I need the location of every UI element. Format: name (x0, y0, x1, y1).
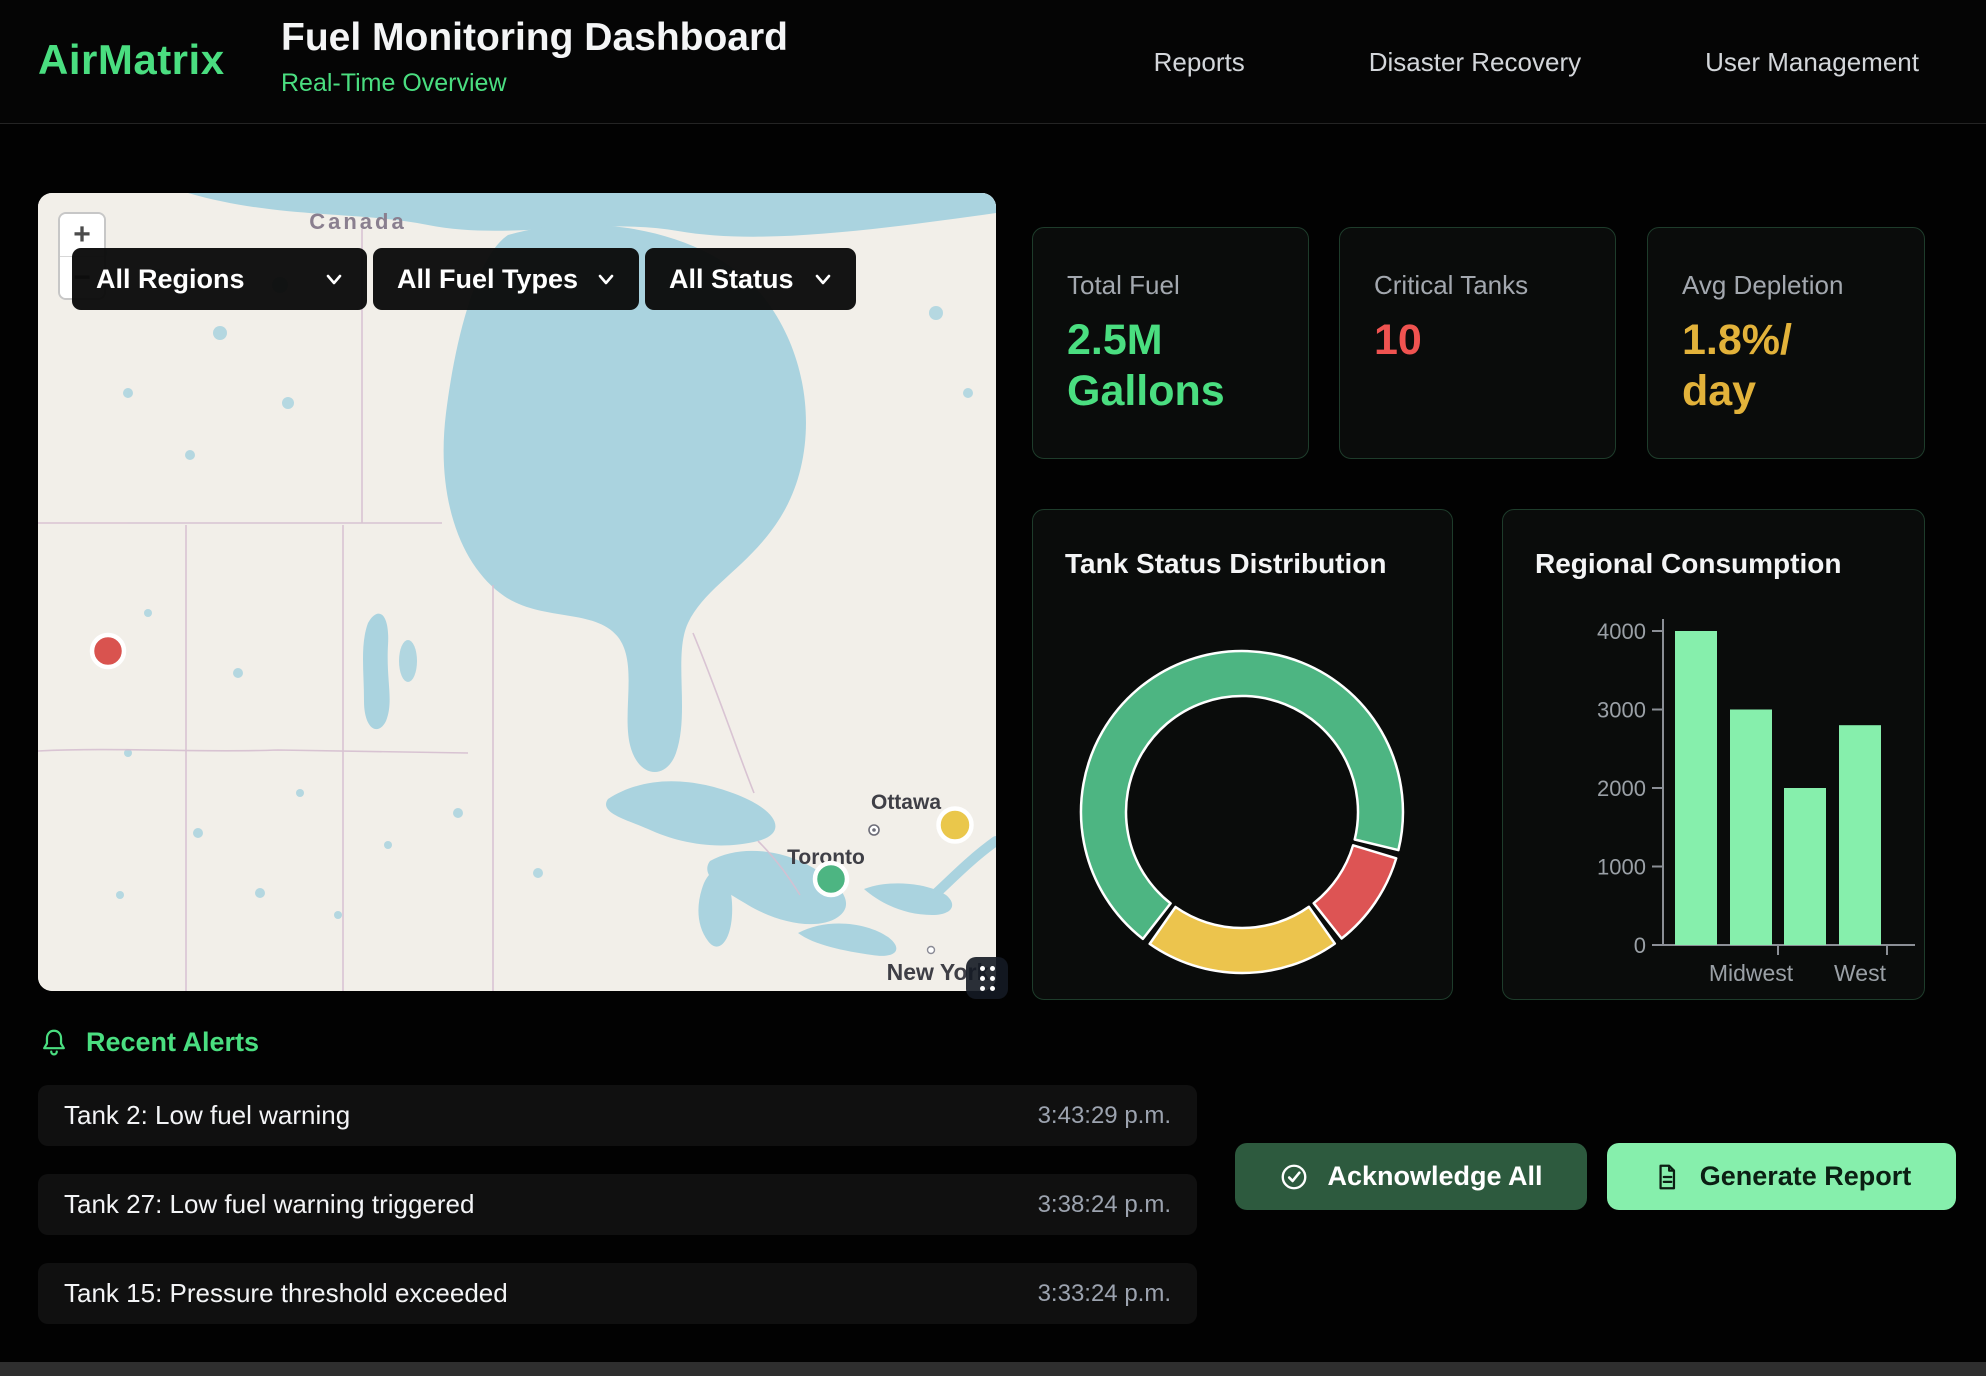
app-header: AirMatrix Fuel Monitoring Dashboard Real… (0, 0, 1986, 124)
bar-1 (1730, 710, 1772, 946)
stat-card-critical-tanks: Critical Tanks 10 (1339, 227, 1616, 459)
alert-timestamp: 3:38:24 p.m. (1038, 1191, 1171, 1219)
report-document-icon (1652, 1162, 1682, 1192)
stat-label: Total Fuel (1067, 270, 1274, 301)
stat-value: 10 (1374, 315, 1581, 366)
stat-value: 2.5M Gallons (1067, 315, 1274, 416)
chevron-down-icon (595, 268, 617, 290)
recent-alerts-header: Recent Alerts (38, 1026, 259, 1058)
map[interactable]: Canada Ottawa Toronto New York + − All R… (38, 193, 996, 991)
brand-logo[interactable]: AirMatrix (38, 36, 225, 84)
bar-0 (1675, 631, 1717, 945)
map-marker-normal[interactable] (815, 863, 847, 895)
stat-label: Avg Depletion (1682, 270, 1890, 301)
tank-status-donut-chart (1052, 622, 1432, 1002)
map-canvas: Canada Ottawa Toronto New York (38, 193, 996, 991)
alert-message: Tank 27: Low fuel warning triggered (64, 1189, 474, 1220)
fuel-type-filter-select[interactable]: All Fuel Types (373, 248, 639, 310)
fuel-monitoring-dashboard: AirMatrix Fuel Monitoring Dashboard Real… (0, 0, 1986, 1376)
donut-segment-critical (1314, 845, 1397, 938)
donut-segment-warning (1150, 907, 1335, 973)
resize-grip-handle[interactable] (966, 957, 1008, 999)
alert-message: Tank 15: Pressure threshold exceeded (64, 1278, 508, 1309)
bar-2 (1784, 788, 1826, 945)
region-filter-value: All Regions (96, 264, 245, 295)
y-axis-tick: 0 (1634, 933, 1646, 958)
chevron-down-icon (323, 268, 345, 290)
alert-row: Tank 2: Low fuel warning 3:43:29 p.m. (38, 1085, 1197, 1146)
page-title: Fuel Monitoring Dashboard (281, 16, 788, 60)
y-axis-tick: 2000 (1597, 776, 1646, 801)
region-filter-select[interactable]: All Regions (72, 248, 367, 310)
fuel-type-filter-value: All Fuel Types (397, 264, 578, 295)
tank-status-distribution-panel: Tank Status Distribution (1032, 509, 1453, 1000)
check-circle-icon (1279, 1162, 1309, 1192)
y-axis-tick: 4000 (1597, 619, 1646, 644)
y-axis-tick: 3000 (1597, 698, 1646, 723)
new-york-town-icon (928, 947, 935, 954)
stat-card-total-fuel: Total Fuel 2.5M Gallons (1032, 227, 1309, 459)
acknowledge-all-button[interactable]: Acknowledge All (1235, 1143, 1587, 1210)
map-filter-bar: All Regions All Fuel Types All Status (72, 248, 856, 310)
chevron-down-icon (812, 268, 834, 290)
regional-consumption-bar-chart: 0 1000 2000 3000 4000 Midwest West (1503, 510, 1924, 999)
recent-alerts-title: Recent Alerts (86, 1027, 259, 1058)
x-axis-tick: Midwest (1709, 960, 1794, 986)
bottom-edge-bar (0, 1362, 1986, 1376)
generate-report-button[interactable]: Generate Report (1607, 1143, 1956, 1210)
generate-report-label: Generate Report (1700, 1161, 1912, 1192)
y-axis-tick: 1000 (1597, 855, 1646, 880)
map-marker-warning[interactable] (939, 809, 972, 842)
alert-row: Tank 15: Pressure threshold exceeded 3:3… (38, 1263, 1197, 1324)
top-nav: Reports Disaster Recovery User Managemen… (1148, 0, 1925, 124)
bell-icon (38, 1026, 70, 1058)
ottawa-town-icon (869, 825, 879, 835)
map-label-canada: Canada (309, 209, 406, 234)
stat-value: 1.8%/ day (1682, 315, 1890, 416)
grip-dots-icon (980, 966, 995, 991)
status-filter-select[interactable]: All Status (645, 248, 856, 310)
x-axis-tick: West (1834, 960, 1887, 986)
page-subtitle: Real-Time Overview (281, 69, 788, 98)
map-label-ottawa: Ottawa (871, 791, 941, 814)
nav-item-user-management[interactable]: User Management (1699, 46, 1925, 79)
alert-message: Tank 2: Low fuel warning (64, 1100, 350, 1131)
alert-timestamp: 3:33:24 p.m. (1038, 1280, 1171, 1308)
nav-item-disaster-recovery[interactable]: Disaster Recovery (1363, 46, 1587, 79)
map-marker-critical[interactable] (92, 635, 124, 667)
acknowledge-all-label: Acknowledge All (1327, 1161, 1542, 1192)
alert-row: Tank 27: Low fuel warning triggered 3:38… (38, 1174, 1197, 1235)
title-block: Fuel Monitoring Dashboard Real-Time Over… (281, 16, 788, 98)
nav-item-reports[interactable]: Reports (1148, 46, 1251, 79)
status-filter-value: All Status (669, 264, 794, 295)
bar-3 (1839, 725, 1881, 945)
panel-title: Tank Status Distribution (1065, 548, 1387, 580)
alert-timestamp: 3:43:29 p.m. (1038, 1102, 1171, 1130)
regional-consumption-panel: Regional Consumption 01000200030004000Mi… (1502, 509, 1925, 1000)
stat-label: Critical Tanks (1374, 270, 1581, 301)
stat-card-avg-depletion: Avg Depletion 1.8%/ day (1647, 227, 1925, 459)
